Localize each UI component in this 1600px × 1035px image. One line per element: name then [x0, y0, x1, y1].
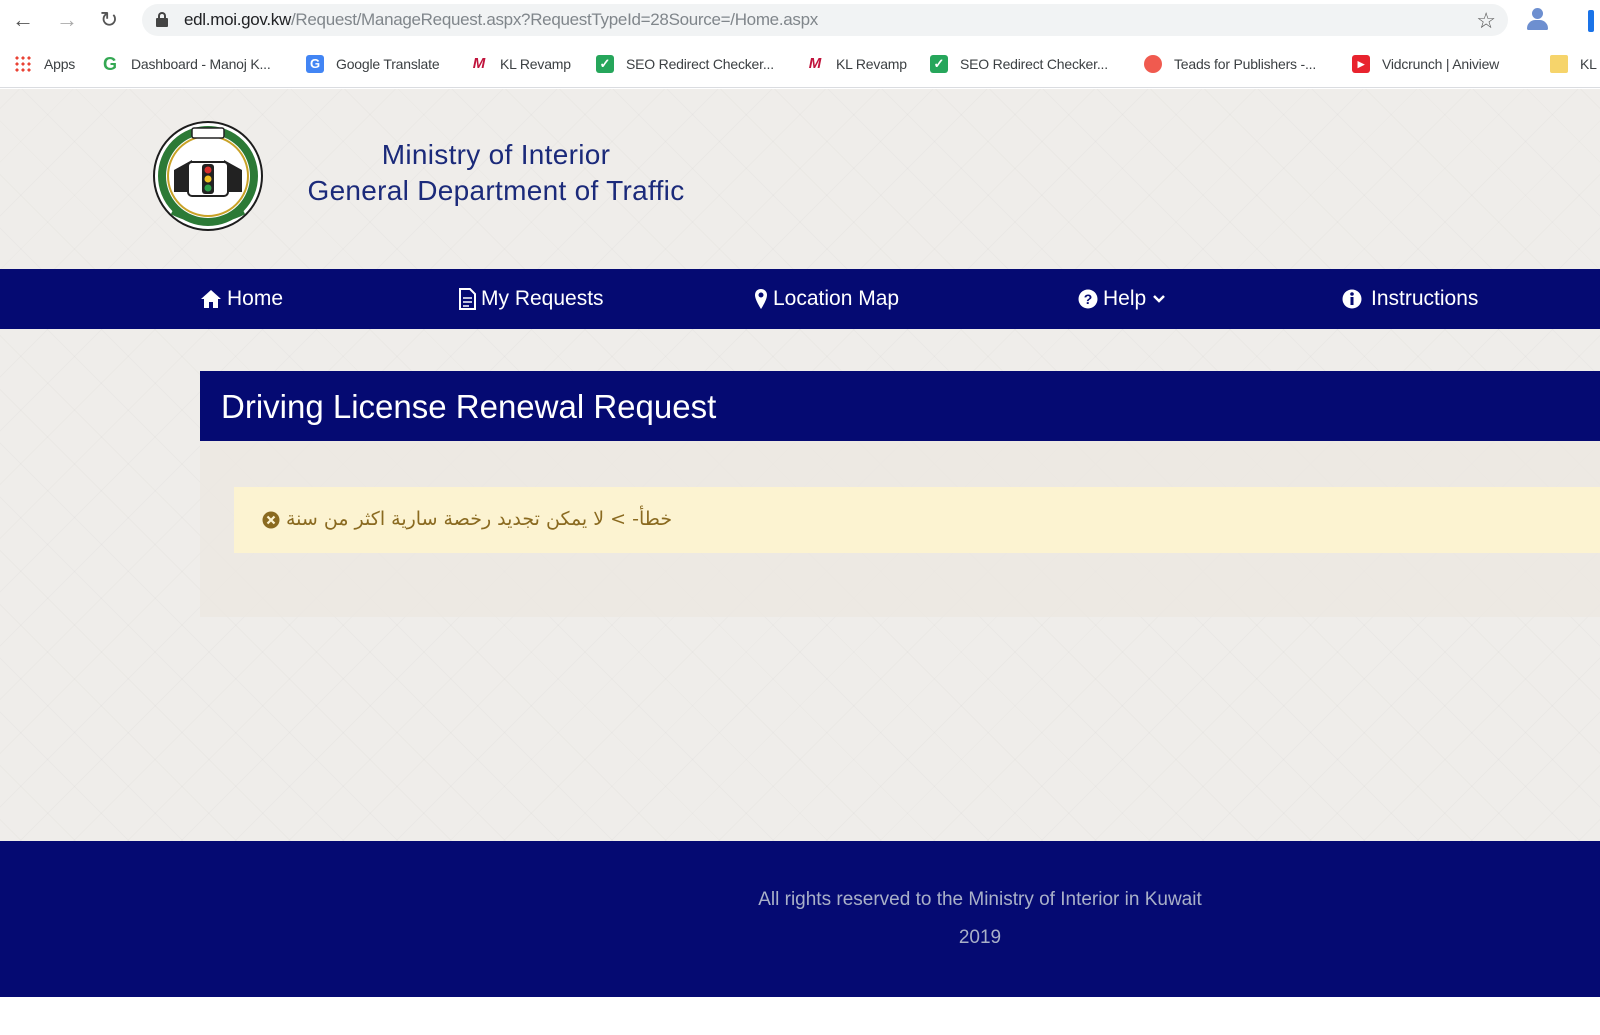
bookmark-kl-revamp-2[interactable]: M KL Revamp — [806, 53, 907, 75]
browser-toolbar: ← → ↻ edl.moi.gov.kw/Request/ManageReque… — [0, 0, 1600, 40]
g-icon: G — [101, 54, 119, 74]
bookmarks-bar: Apps G Dashboard - Manoj K... G Google T… — [0, 40, 1600, 88]
bookmark-star-icon[interactable]: ☆ — [1476, 8, 1496, 34]
url-text: edl.moi.gov.kw/Request/ManageRequest.asp… — [184, 10, 818, 30]
apps-grid-icon — [14, 55, 32, 73]
reload-icon[interactable]: ↻ — [96, 7, 122, 33]
nav-instructions-label: Instructions — [1371, 287, 1479, 310]
nav-my-requests[interactable]: My Requests — [458, 269, 604, 329]
footer-rights: All rights reserved to the Ministry of I… — [758, 889, 1202, 910]
bookmark-label: Teads for Publishers -... — [1174, 56, 1317, 72]
question-circle-icon: ? — [1078, 289, 1098, 309]
bookmark-google-translate[interactable]: G Google Translate — [306, 53, 440, 75]
page-bottom — [0, 997, 1600, 1035]
nav-location-map[interactable]: Location Map — [754, 269, 899, 329]
title-ministry: Ministry of Interior — [381, 139, 611, 170]
back-arrow-icon[interactable]: ← — [10, 7, 36, 33]
forward-arrow-icon[interactable]: → — [54, 7, 80, 33]
page-content: Ministry of Interior General Department … — [0, 89, 1600, 1035]
svg-text:?: ? — [1084, 291, 1093, 307]
bookmark-seo-redirect[interactable]: ✓ SEO Redirect Checker... — [596, 53, 774, 75]
home-icon — [201, 290, 221, 308]
nav-help-label: Help — [1103, 287, 1147, 310]
error-message: خطأ- > لا يمكن تجديد رخصة سارية اكثر من … — [286, 508, 673, 530]
profile-avatar-icon[interactable] — [1524, 6, 1552, 34]
seo-check-icon: ✓ — [930, 55, 948, 73]
nav-location-map-label: Location Map — [773, 287, 900, 310]
chevron-down-icon — [1153, 295, 1166, 303]
seo-check-icon: ✓ — [596, 55, 614, 73]
bookmark-label: KL — [1580, 56, 1597, 72]
error-circle-icon — [262, 511, 280, 529]
organization-title: Ministry of Interior General Department … — [286, 137, 706, 209]
bookmark-apps[interactable]: Apps — [14, 53, 75, 75]
extension-icon[interactable] — [1588, 10, 1594, 32]
teads-icon — [1144, 55, 1162, 73]
bookmark-label: SEO Redirect Checker... — [626, 56, 774, 72]
bookmark-label: KL Revamp — [836, 56, 907, 72]
error-alert: خطأ- > لا يمكن تجديد رخصة سارية اكثر من … — [234, 487, 1600, 553]
kl-icon: M — [806, 55, 824, 73]
bookmark-kl-revamp[interactable]: M KL Revamp — [470, 53, 571, 75]
nav-instructions[interactable]: Instructions — [1342, 269, 1478, 329]
ministry-emblem-icon — [153, 121, 263, 231]
bookmark-label: Google Translate — [336, 56, 440, 72]
main-navigation: Home My Requests Location Map ? Help Ins… — [0, 269, 1600, 329]
url-path: /Request/ManageRequest.aspx?RequestTypeI… — [290, 10, 818, 29]
footer: All rights reserved to the Ministry of I… — [0, 841, 1600, 997]
bookmark-dashboard[interactable]: G Dashboard - Manoj K... — [101, 53, 271, 75]
bookmark-folder-kl[interactable]: KL — [1550, 53, 1597, 75]
vidcrunch-icon: ▸ — [1352, 55, 1370, 73]
bookmark-seo-redirect-2[interactable]: ✓ SEO Redirect Checker... — [930, 53, 1108, 75]
document-icon — [459, 288, 476, 310]
folder-icon — [1550, 55, 1568, 73]
panel-body: خطأ- > لا يمكن تجديد رخصة سارية اكثر من … — [200, 441, 1600, 617]
bookmark-label: Apps — [44, 56, 76, 72]
panel-header: Driving License Renewal Request — [200, 371, 1600, 441]
nav-my-requests-label: My Requests — [481, 287, 604, 310]
bookmark-teads[interactable]: Teads for Publishers -... — [1144, 53, 1316, 75]
kl-icon: M — [470, 55, 488, 73]
title-department: General Department of Traffic — [307, 175, 685, 206]
page-title: Driving License Renewal Request — [221, 388, 717, 425]
info-circle-icon — [1342, 289, 1362, 309]
bookmark-label: Dashboard - Manoj K... — [131, 56, 271, 72]
address-bar[interactable]: edl.moi.gov.kw/Request/ManageRequest.asp… — [142, 4, 1508, 36]
bookmark-label: KL Revamp — [500, 56, 571, 72]
bookmark-vidcrunch[interactable]: ▸ Vidcrunch | Aniview — [1352, 53, 1499, 75]
nav-home-label: Home — [227, 287, 284, 310]
lock-icon — [156, 12, 168, 28]
nav-home[interactable]: Home — [200, 269, 283, 329]
footer-year: 2019 — [958, 927, 1002, 948]
url-host: edl.moi.gov.kw — [184, 10, 291, 29]
bookmark-label: SEO Redirect Checker... — [960, 56, 1108, 72]
bookmark-label: Vidcrunch | Aniview — [1382, 56, 1500, 72]
map-pin-icon — [755, 289, 767, 309]
google-translate-icon: G — [306, 55, 324, 73]
nav-help[interactable]: ? Help — [1078, 269, 1166, 329]
